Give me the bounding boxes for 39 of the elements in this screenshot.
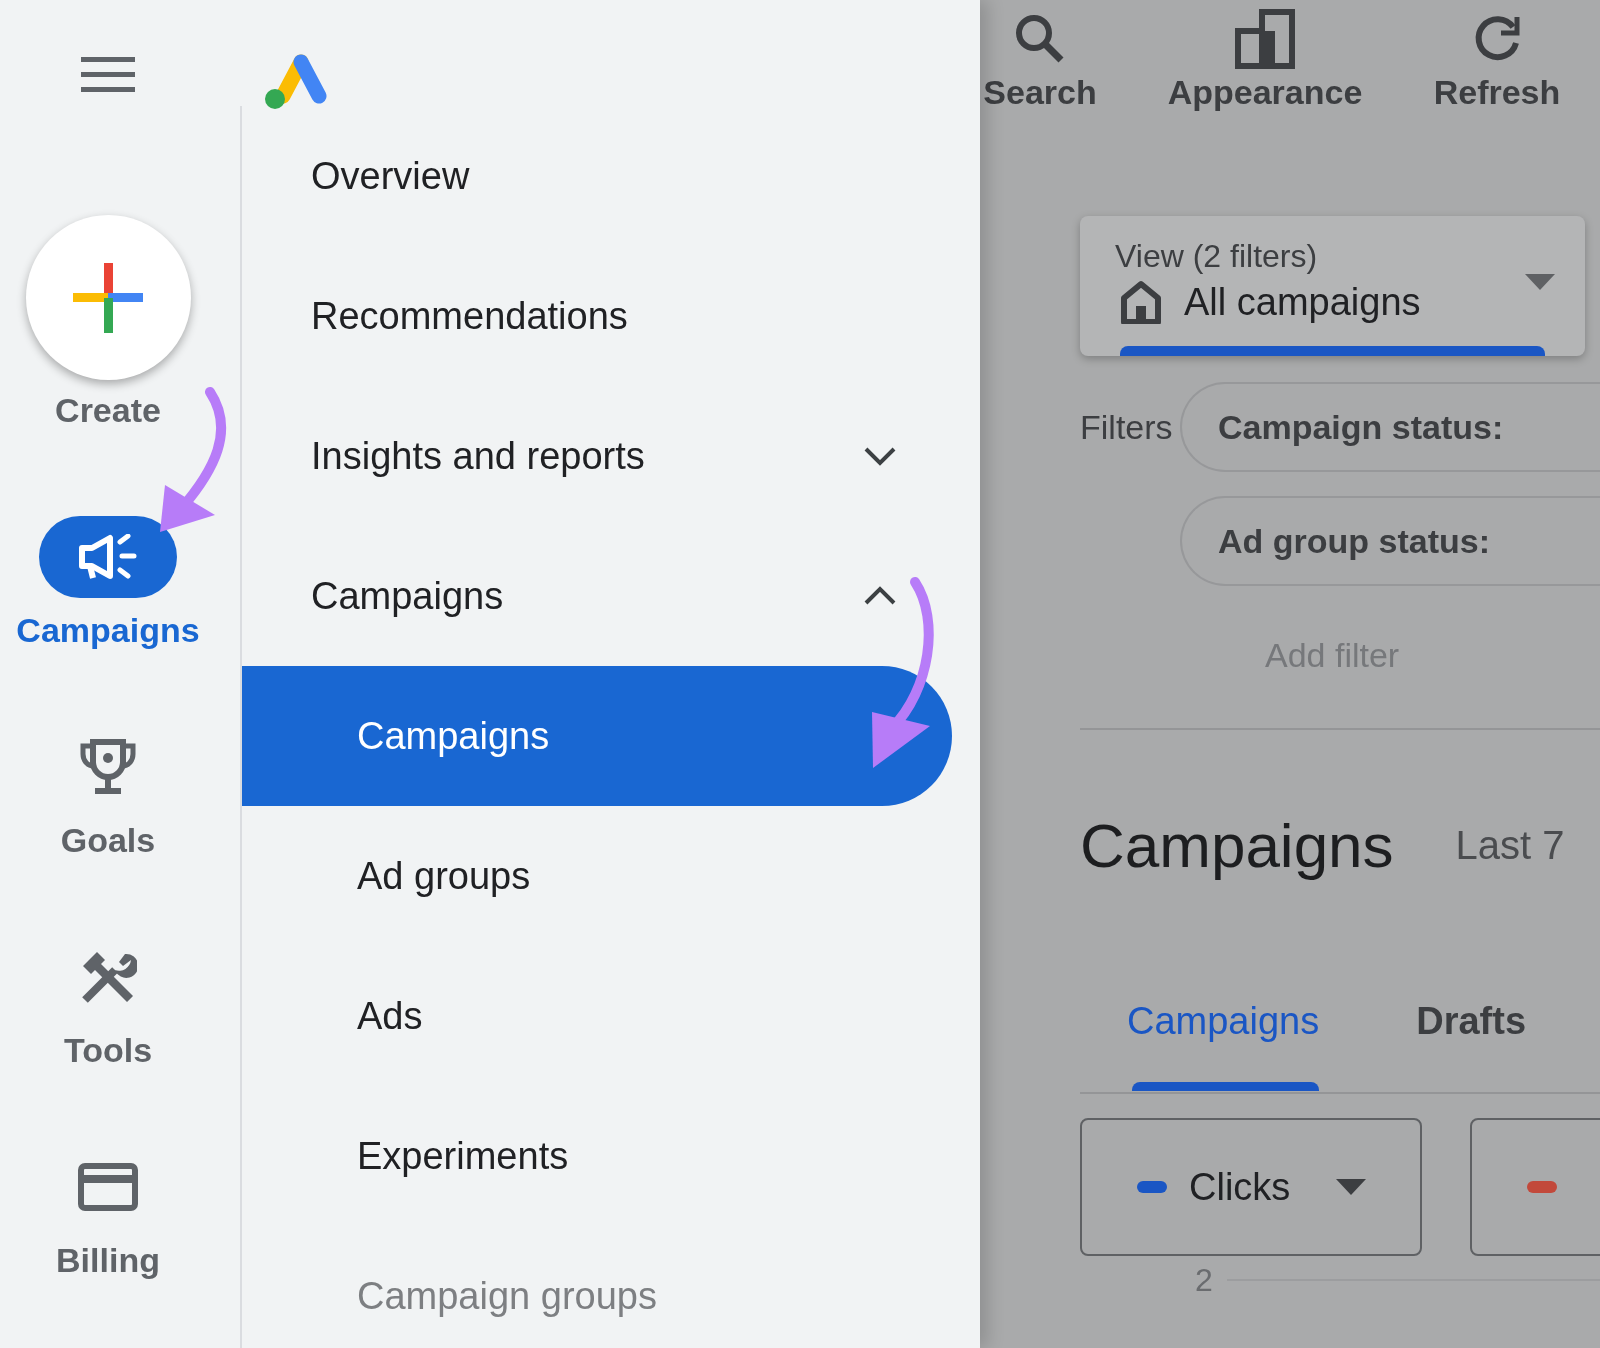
trophy-icon: [79, 738, 137, 796]
submenu-item[interactable]: Experiments: [242, 1086, 952, 1226]
rail-item[interactable]: Goals: [39, 726, 177, 860]
rail-item[interactable]: Campaigns: [16, 516, 200, 650]
date-range: Last 7: [1455, 822, 1565, 869]
menu-item[interactable]: Recommendations: [242, 246, 980, 386]
rail-item[interactable]: Billing: [39, 1146, 177, 1280]
plus-icon: [73, 262, 143, 333]
submenu-item[interactable]: Campaign groups: [242, 1226, 952, 1348]
menu-item[interactable]: Campaigns: [242, 526, 980, 666]
submenu-item[interactable]: Campaigns: [242, 666, 952, 806]
toolbar-button[interactable]: Search: [985, 0, 1095, 125]
menu-item[interactable]: Insights and reports: [242, 386, 980, 526]
tab[interactable]: Drafts: [1416, 960, 1527, 1092]
menu-item[interactable]: Overview: [242, 106, 980, 246]
chevron-up-icon: [863, 585, 897, 607]
appearance-icon: [1235, 9, 1295, 69]
filter-chip[interactable]: Campaign status:: [1180, 382, 1600, 472]
page-title: Campaigns: [1080, 809, 1394, 882]
metric-selector[interactable]: Clicks: [1080, 1118, 1422, 1256]
card-icon: [78, 1163, 138, 1211]
megaphone-icon: [78, 534, 138, 580]
chevron-down-icon: [863, 445, 897, 467]
toolbar-button[interactable]: Refresh: [1432, 0, 1562, 125]
dropdown-arrow-icon: [1525, 274, 1555, 290]
toolbar-button[interactable]: Appearance: [1165, 0, 1365, 125]
filters-label: Filters: [1080, 407, 1174, 448]
dropdown-arrow-icon: [1336, 1179, 1367, 1195]
submenu-item[interactable]: Ad groups: [242, 806, 952, 946]
filter-chip[interactable]: Ad group status:: [1180, 496, 1600, 586]
tab[interactable]: Campaigns: [1127, 960, 1320, 1092]
rail-item[interactable]: Tools: [39, 936, 177, 1070]
menu-icon: [81, 55, 135, 95]
logo-icon: [263, 52, 329, 112]
submenu-item[interactable]: Ads: [242, 946, 952, 1086]
view-selector[interactable]: View (2 filters) All campaigns: [1080, 216, 1585, 356]
create-label: Create: [55, 390, 161, 430]
home-icon: [1120, 280, 1162, 324]
axis-tick: 2: [1195, 1261, 1213, 1300]
